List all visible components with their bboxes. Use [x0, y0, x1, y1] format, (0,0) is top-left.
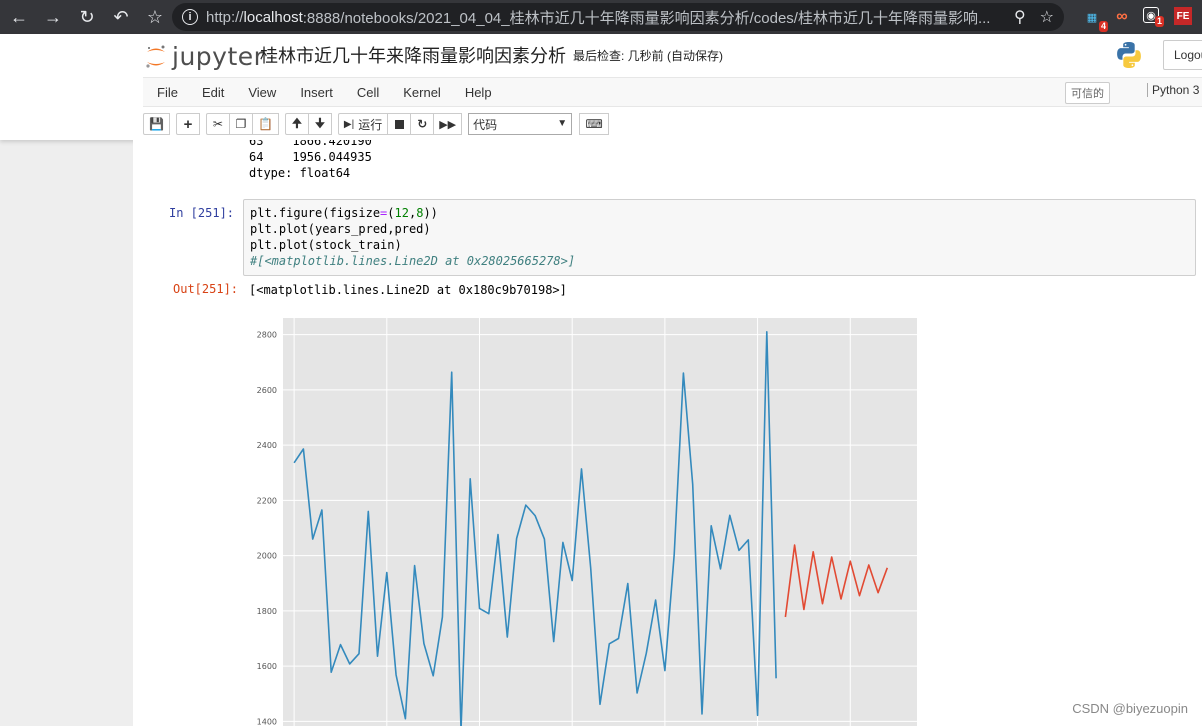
python-logo-icon: [1117, 42, 1141, 68]
menu-insert[interactable]: Insert: [300, 85, 333, 100]
menu-edit[interactable]: Edit: [202, 85, 224, 100]
code-line: plt.plot(years_pred,pred): [250, 222, 431, 236]
site-info-icon[interactable]: i: [182, 9, 198, 25]
url-host: localhost: [243, 8, 303, 26]
reload-icon[interactable]: ↻: [72, 2, 102, 32]
y-tick-label: 2400: [257, 441, 277, 450]
run-step-icon: ▶|: [343, 118, 355, 130]
extension-infinity-icon[interactable]: ∞: [1112, 7, 1132, 27]
y-tick-label: 1400: [257, 717, 277, 726]
undo-icon[interactable]: ↶: [106, 2, 136, 32]
zoom-icon[interactable]: ⚲: [1014, 7, 1026, 27]
bookmark-star-icon[interactable]: ☆: [140, 2, 170, 32]
csdn-watermark: CSDN @biyezuopin: [1072, 701, 1188, 716]
notebook-page: 63 1866.420190 64 1956.044935 dtype: flo…: [133, 140, 1202, 726]
code-comment: #[<matplotlib.lines.Line2D at 0x28025665…: [250, 254, 576, 268]
move-up-icon[interactable]: 🠉: [284, 113, 309, 135]
menu-kernel[interactable]: Kernel: [403, 85, 441, 100]
plot-area: [283, 318, 917, 726]
address-bar[interactable]: i http://localhost:8888/notebooks/2021_0…: [172, 3, 1064, 31]
y-tick-label: 2000: [257, 552, 277, 561]
cut-icon[interactable]: ✂: [205, 113, 230, 135]
notebook-title[interactable]: 桂林市近几十年来降雨量影响因素分析: [260, 42, 566, 68]
chevron-down-icon: ▼: [557, 118, 568, 129]
move-down-icon[interactable]: 🠋: [307, 113, 332, 135]
checkpoint-status: 最后检查: 几秒前 (自动保存): [573, 49, 723, 63]
back-arrow-icon[interactable]: ←: [4, 2, 34, 32]
jupyter-logo[interactable]: jupyter: [144, 42, 264, 71]
cell-type-select[interactable]: 代码 ▼: [468, 113, 573, 135]
extension-fe-icon[interactable]: FE: [1174, 7, 1192, 25]
browser-toolbar: ← → ↻ ↶ ☆ i http://localhost:8888/notebo…: [0, 0, 1202, 34]
forward-arrow-icon[interactable]: →: [38, 2, 68, 32]
menu-help[interactable]: Help: [465, 85, 492, 100]
prev-output-line: dtype: float64: [249, 166, 351, 180]
save-icon[interactable]: 💾: [143, 113, 170, 135]
url-path: :8888/notebooks/2021_04_04_桂林市近几十年降雨量影响因…: [302, 9, 991, 27]
menu-view[interactable]: View: [248, 85, 276, 100]
stop-icon[interactable]: [387, 113, 412, 135]
restart-run-all-icon[interactable]: ▶▶: [433, 113, 463, 135]
y-tick-label: 1600: [257, 662, 277, 671]
notebook-toolbar: 💾 + ✂ ❐ 📋 🠉 🠋 ▶| 运行 ↻ ▶▶ 代码 ▼ ⌨: [143, 112, 610, 136]
star-icon[interactable]: ☆: [1040, 7, 1054, 27]
y-tick-label: 1800: [257, 607, 277, 616]
restart-icon[interactable]: ↻: [410, 113, 435, 135]
menu-file[interactable]: File: [157, 85, 178, 100]
prev-output-line: 63 1866.420190: [249, 140, 372, 148]
kernel-indicator[interactable]: Python 3: [1147, 83, 1199, 97]
y-tick-label: 2600: [257, 386, 277, 395]
logout-button[interactable]: Logou: [1163, 40, 1202, 70]
output-prompt: Out[251]:: [173, 282, 239, 296]
menubar: File Edit View Insert Cell Kernel Help 可…: [143, 77, 1202, 107]
url-scheme: http://: [206, 8, 244, 26]
extension-grid-icon[interactable]: ▦ 4: [1082, 7, 1108, 32]
paste-icon[interactable]: 📋: [251, 113, 279, 135]
menu-cell[interactable]: Cell: [357, 85, 379, 100]
plot-output: 1400 1600 1800 2000 2200 2400 2600 2800: [243, 312, 933, 726]
add-cell-icon[interactable]: +: [175, 113, 200, 135]
jupyter-logo-icon: [146, 45, 165, 68]
y-tick-label: 2800: [257, 331, 277, 340]
run-button[interactable]: ▶| 运行: [337, 113, 389, 135]
code-line: plt.plot(stock_train): [250, 238, 402, 252]
cell-type-value: 代码: [473, 117, 498, 132]
code-input-area[interactable]: plt.figure(figsize=(12,8)) plt.plot(year…: [243, 199, 1196, 276]
line-chart: 1400 1600 1800 2000 2200 2400 2600 2800: [257, 318, 917, 726]
jupyter-header: jupyter 桂林市近几十年来降雨量影响因素分析 最后检查: 几秒前 (自动保…: [0, 34, 1202, 140]
prev-output-line: 64 1956.044935: [249, 150, 372, 164]
code-line: plt.figure(figsize=(12,8)): [250, 206, 438, 220]
output-text: [<matplotlib.lines.Line2D at 0x180c9b701…: [249, 283, 567, 297]
trusted-badge[interactable]: 可信的: [1065, 82, 1110, 104]
run-label: 运行: [358, 117, 383, 132]
keyboard-icon[interactable]: ⌨: [579, 113, 610, 135]
input-prompt: In [251]:: [169, 206, 235, 220]
logo-text: jupyter: [172, 42, 265, 71]
copy-icon[interactable]: ❐: [228, 113, 253, 135]
extension-box-icon[interactable]: ◉ 1: [1143, 7, 1164, 27]
y-tick-label: 2200: [257, 496, 277, 505]
